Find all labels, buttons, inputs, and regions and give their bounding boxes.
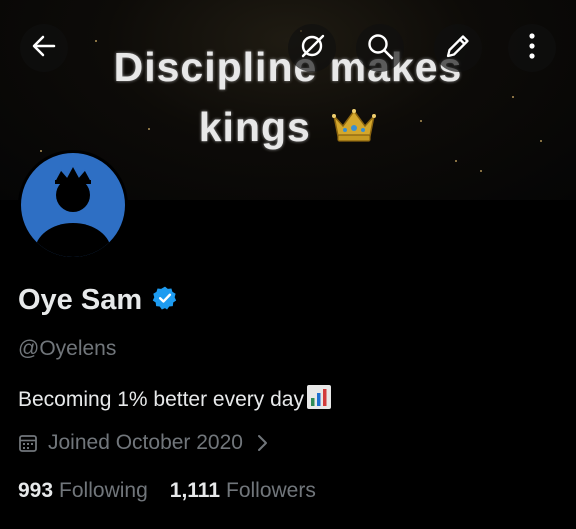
banner-headline-line2: kings [0, 104, 576, 154]
display-name-row: Oye Sam [18, 284, 178, 317]
display-name: Oye Sam [18, 284, 143, 316]
following-label: Following [59, 479, 148, 502]
bio: Becoming 1% better every day [18, 384, 332, 416]
user-handle: @Oyelens [18, 337, 117, 360]
grok-button[interactable] [288, 24, 336, 72]
grok-icon [297, 31, 327, 66]
followers-count: 1,111 [169, 479, 220, 502]
more-options-button[interactable] [508, 24, 556, 72]
calendar-icon [18, 433, 38, 453]
join-date-text: Joined October 2020 [48, 431, 243, 454]
join-date-row[interactable]: Joined October 2020 [18, 431, 269, 455]
avatar-image [21, 153, 125, 257]
search-button[interactable] [356, 24, 404, 72]
more-vertical-icon [527, 32, 537, 65]
following-link[interactable]: 993 Following [18, 479, 148, 503]
followers-label: Followers [226, 479, 316, 502]
follow-stats: 993 Following 1,111 Followers [18, 479, 316, 503]
crown-icon [331, 107, 377, 154]
chevron-right-icon [257, 434, 269, 452]
back-button[interactable] [20, 24, 68, 72]
bar-chart-emoji-icon [306, 384, 332, 416]
avatar[interactable] [18, 150, 128, 260]
verified-badge-icon[interactable] [152, 285, 178, 316]
edit-pencil-icon [443, 31, 473, 66]
following-count: 993 [18, 479, 54, 502]
followers-link[interactable]: 1,111 Followers [170, 479, 316, 503]
edit-button[interactable] [434, 24, 482, 72]
search-icon [365, 31, 395, 66]
bio-text: Becoming 1% better every day [18, 388, 304, 411]
back-arrow-icon [30, 32, 58, 65]
banner-headline-line2-text: kings [198, 104, 311, 150]
